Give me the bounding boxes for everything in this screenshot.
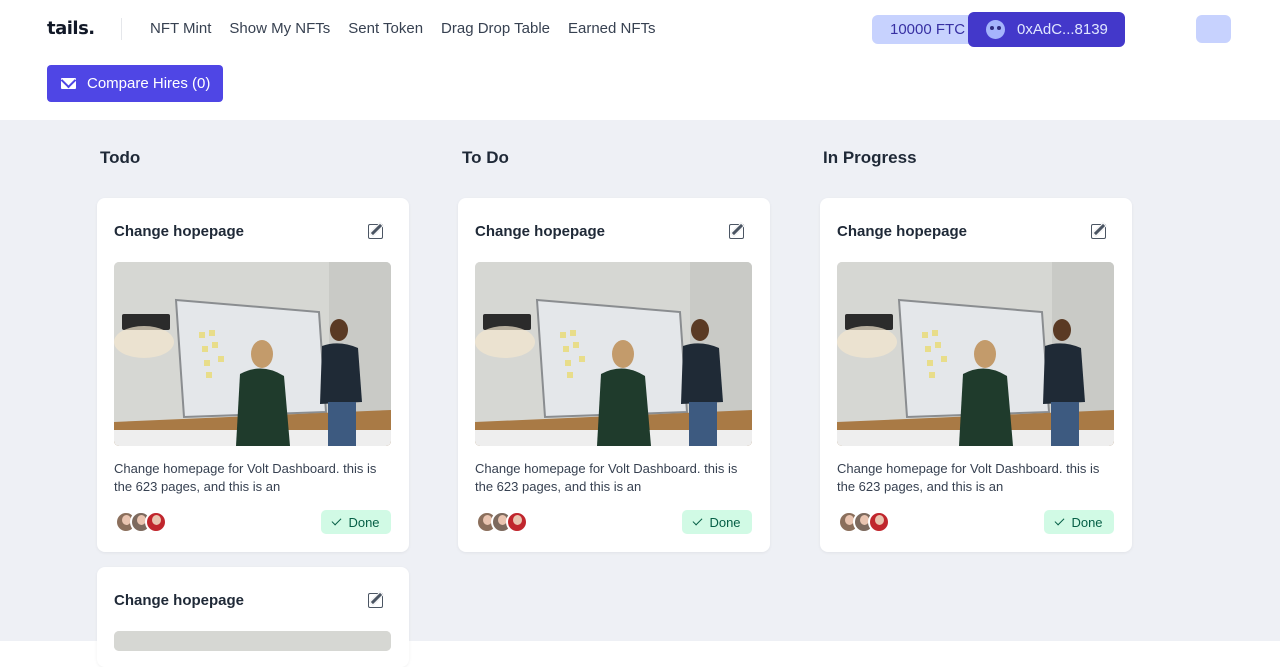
nav-link-show-my-nfts[interactable]: Show My NFTs: [229, 20, 330, 37]
card-description: Change homepage for Volt Dashboard. this…: [114, 461, 377, 494]
check-icon: [693, 515, 703, 526]
mail-icon: [61, 78, 76, 89]
office-whiteboard-photo: [475, 262, 752, 446]
avatar[interactable]: [868, 511, 890, 533]
column-title-in-progress: In Progress: [823, 148, 917, 167]
status-badge[interactable]: Done: [682, 510, 752, 534]
task-card[interactable]: Change hopepage Change homepage for Volt: [820, 198, 1132, 552]
status-label: Done: [348, 514, 380, 530]
edit-icon[interactable]: [1091, 224, 1106, 239]
status-label: Done: [1071, 514, 1103, 530]
card-image: [114, 262, 391, 446]
assignee-avatars: [476, 511, 528, 533]
check-icon: [1055, 515, 1065, 526]
assignee-avatars: [115, 511, 167, 533]
assignee-avatars: [838, 511, 890, 533]
card-image: [475, 262, 752, 446]
wallet-button[interactable]: 0xAdC...8139: [968, 12, 1125, 47]
status-label: Done: [709, 514, 741, 530]
nav-link-sent-token[interactable]: Sent Token: [348, 20, 423, 37]
task-card[interactable]: Change hopepage Change homepage for Volt: [458, 198, 770, 552]
status-badge[interactable]: Done: [321, 510, 391, 534]
main-nav: NFT Mint Show My NFTs Sent Token Drag Dr…: [150, 20, 656, 37]
column-title-to-do: To Do: [462, 148, 509, 167]
card-title: Change hopepage: [114, 592, 245, 609]
office-whiteboard-photo: [114, 262, 391, 446]
column-title-todo: Todo: [100, 148, 141, 167]
nav-link-nft-mint[interactable]: NFT Mint: [150, 20, 211, 37]
office-whiteboard-photo: [837, 262, 1114, 446]
check-icon: [332, 515, 342, 526]
task-card[interactable]: Change hopepage Change homepage for Volt: [97, 198, 409, 552]
edit-icon[interactable]: [729, 224, 744, 239]
task-card[interactable]: Change hopepage: [97, 567, 409, 667]
header-divider: [121, 18, 122, 40]
edit-icon[interactable]: [368, 224, 383, 239]
top-header: tails. NFT Mint Show My NFTs Sent Token …: [0, 0, 1280, 120]
avatar[interactable]: [506, 511, 528, 533]
card-title: Change hopepage: [114, 223, 245, 240]
app-logo[interactable]: tails.: [47, 18, 95, 39]
status-badge[interactable]: Done: [1044, 510, 1114, 534]
nav-link-earned-nfts[interactable]: Earned NFTs: [568, 20, 656, 37]
robot-avatar-icon: [986, 20, 1005, 39]
card-description: Change homepage for Volt Dashboard. this…: [475, 461, 738, 494]
edit-icon[interactable]: [368, 593, 383, 608]
nav-link-drag-drop-table[interactable]: Drag Drop Table: [441, 20, 550, 37]
menu-button[interactable]: [1196, 15, 1231, 43]
avatar[interactable]: [145, 511, 167, 533]
kanban-board: Todo To Do In Progress Change hopepage C…: [0, 120, 1280, 667]
compare-hires-button[interactable]: Compare Hires (0): [47, 65, 223, 102]
card-title: Change hopepage: [475, 223, 606, 240]
card-image: [114, 631, 391, 651]
card-image: [837, 262, 1114, 446]
card-description: Change homepage for Volt Dashboard. this…: [837, 461, 1100, 494]
card-title: Change hopepage: [837, 223, 968, 240]
compare-hires-label: Compare Hires (0): [87, 75, 211, 92]
wallet-address: 0xAdC...8139: [1017, 21, 1108, 38]
